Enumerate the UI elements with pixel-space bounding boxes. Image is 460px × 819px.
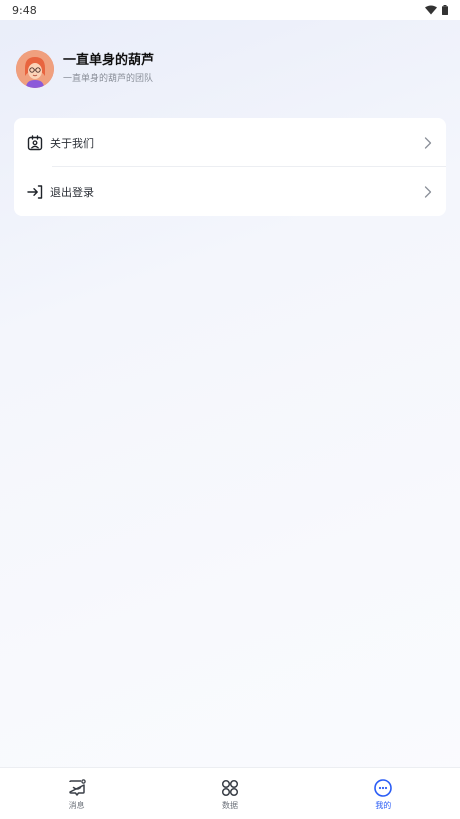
menu-item-label: 关于我们	[50, 136, 94, 150]
message-icon	[68, 779, 86, 796]
menu-item-label: 退出登录	[50, 185, 94, 199]
profile-header: 一直单身的葫芦 一直单身的葫芦的团队	[16, 50, 154, 88]
menu-item-logout[interactable]: 退出登录	[14, 167, 446, 216]
status-icons	[425, 5, 448, 15]
chevron-right-icon	[424, 136, 432, 149]
avatar[interactable]	[16, 50, 54, 88]
tab-label: 数据	[221, 801, 238, 810]
about-badge-icon	[27, 134, 43, 150]
battery-icon	[442, 5, 448, 15]
grid-icon	[221, 779, 239, 797]
tab-data[interactable]: 数据	[153, 768, 306, 819]
smile-icon	[374, 779, 393, 797]
wifi-icon	[425, 5, 437, 15]
logout-arrow-icon	[27, 184, 43, 199]
team-name: 一直单身的葫芦的团队	[63, 74, 154, 84]
chevron-right-icon	[424, 185, 432, 198]
tab-label: 我的	[375, 801, 392, 810]
tab-messages[interactable]: 消息	[0, 768, 153, 819]
menu-item-about-us[interactable]: 关于我们	[14, 118, 446, 167]
avatar-illustration	[16, 50, 54, 88]
tab-mine[interactable]: 我的	[307, 768, 460, 819]
status-bar: 9:48	[0, 0, 460, 20]
bottom-tab-bar: 消息 数据 我的	[0, 767, 460, 819]
status-time: 9:48	[12, 3, 37, 17]
user-name: 一直单身的葫芦	[63, 53, 155, 68]
settings-menu-card: 关于我们 退出登录	[14, 118, 446, 216]
tab-label: 消息	[68, 801, 85, 810]
